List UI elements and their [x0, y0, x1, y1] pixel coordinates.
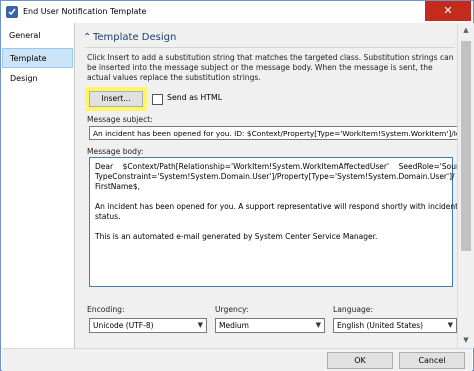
- close-button[interactable]: ✕: [425, 1, 471, 21]
- body-line: An incident has been opened for you. A s…: [95, 202, 459, 211]
- instructions-text: Click Insert to add a substitution strin…: [87, 53, 454, 82]
- notification-template-icon: [6, 6, 18, 18]
- encoding-select[interactable]: Unicode (UTF-8) ▼: [89, 318, 207, 333]
- language-select[interactable]: English (United States) ▼: [333, 318, 457, 333]
- send-as-html-checkbox[interactable]: [152, 94, 163, 105]
- scrollbar-thumb[interactable]: [461, 41, 471, 251]
- chevron-down-icon: ▼: [447, 321, 453, 329]
- language-label: Language:: [333, 305, 374, 314]
- body-line: This is an automated e-mail generated by…: [95, 232, 378, 241]
- message-body-textarea[interactable]: Dear $Context/Path[Relationship='WorkIte…: [89, 157, 470, 287]
- language-value: English (United States): [337, 321, 424, 330]
- chevron-down-icon: ▼: [315, 321, 321, 329]
- message-subject-label: Message subject:: [87, 115, 153, 124]
- urgency-label: Urgency:: [215, 305, 249, 314]
- body-line: status.: [95, 212, 121, 221]
- scroll-down-icon[interactable]: ▼: [458, 333, 474, 347]
- window-title: End User Notification Template: [23, 7, 147, 16]
- vertical-scrollbar[interactable]: ▲ ▼: [457, 23, 474, 348]
- body-line: Dear $Context/Path[Relationship='WorkIte…: [95, 162, 470, 171]
- nav-item-template-design[interactable]: Template Design: [2, 48, 73, 83]
- body-line: FirstName$,: [95, 182, 141, 191]
- encoding-value: Unicode (UTF-8): [93, 321, 154, 330]
- message-body-label: Message body:: [87, 147, 144, 156]
- chevron-down-icon: ▼: [197, 321, 203, 329]
- send-as-html-label: Send as HTML: [167, 93, 223, 102]
- dialog-footer: OK Cancel: [2, 348, 472, 371]
- insert-button[interactable]: Insert...: [89, 91, 143, 107]
- urgency-value: Medium: [219, 321, 249, 330]
- message-subject-input[interactable]: An incident has been opened for you. ID:…: [89, 126, 459, 140]
- title-bar: End User Notification Template ✕: [1, 1, 473, 23]
- collapse-chevron-icon: ⌃: [83, 32, 92, 43]
- navigation-pane: General Template Design: [2, 23, 75, 348]
- notification-template-window: End User Notification Template ✕ General…: [0, 0, 474, 371]
- close-icon: ✕: [443, 4, 453, 17]
- nav-item-general[interactable]: General: [2, 26, 73, 46]
- ok-button[interactable]: OK: [327, 352, 393, 369]
- section-header[interactable]: ⌃ Template Design: [83, 32, 176, 43]
- cancel-button[interactable]: Cancel: [399, 352, 465, 369]
- encoding-label: Encoding:: [87, 305, 125, 314]
- template-design-panel: ⌃ Template Design Click Insert to add a s…: [75, 23, 470, 348]
- urgency-select[interactable]: Medium ▼: [215, 318, 325, 333]
- section-title: Template Design: [93, 32, 177, 43]
- body-line: TypeConstraint='System!System.Domain.Use…: [95, 172, 455, 181]
- section-divider: [85, 47, 455, 48]
- scroll-up-icon[interactable]: ▲: [458, 23, 474, 37]
